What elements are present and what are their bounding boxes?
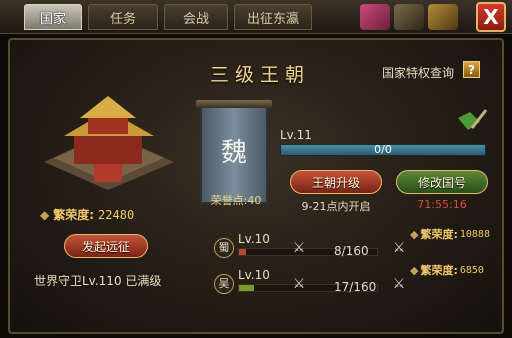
crossed-swords-icon[interactable]: ⚔ <box>290 240 308 258</box>
pen-icon[interactable] <box>458 108 488 134</box>
top-tab-bar: 国家 任务 会战 出征东瀛 X <box>0 0 512 34</box>
crossed-swords-icon[interactable]: ⚔ <box>390 276 408 294</box>
rival-prosperity: ◆ 繁荣度: 10888 <box>410 226 490 242</box>
scroll-icon <box>394 4 424 30</box>
rival-count: 8/160 <box>334 244 369 258</box>
kingdom-name: 魏 <box>220 138 247 168</box>
prosperity-value: 22480 <box>98 207 135 222</box>
prosperity-icon: ◆ <box>410 263 419 277</box>
chest-icon <box>428 4 458 30</box>
kingdom-prosperity: ◆ 繁荣度: 22480 <box>40 206 134 223</box>
rival-level: Lv.10 <box>238 232 270 246</box>
rival-prosperity-value: 10888 <box>459 228 490 240</box>
rename-kingdom-button[interactable]: 修改国号 <box>396 170 488 194</box>
honor-points: 荣誉点:40 <box>210 194 262 207</box>
prosperity-icon: ◆ <box>410 227 419 241</box>
tab-expedition-east[interactable]: 出征东瀛 <box>234 4 312 30</box>
upgrade-open-time: 9-21点内开启 <box>301 200 371 213</box>
rival-seal: 蜀 <box>214 238 234 258</box>
rival-seal: 吴 <box>214 274 234 294</box>
world-guard-status: 世界守卫Lv.110 已满级 <box>34 274 162 288</box>
rival-kingdom-wu: 吴 Lv.10 17/160 ⚔ ⚔ ◆ 繁荣度: 6850 <box>214 264 506 300</box>
rival-prosperity: ◆ 繁荣度: 6850 <box>410 262 484 278</box>
help-icon[interactable]: ? <box>463 61 480 78</box>
rival-prosperity-value: 6850 <box>459 264 484 276</box>
kingdom-level: Lv.11 <box>280 128 312 142</box>
gem-icon <box>360 4 390 30</box>
privilege-query-label[interactable]: 国家特权查询 <box>382 64 454 81</box>
rival-count: 17/160 <box>334 280 377 294</box>
launch-expedition-button[interactable]: 发起远征 <box>64 234 148 258</box>
tab-battle[interactable]: 会战 <box>164 4 228 30</box>
crossed-swords-icon[interactable]: ⚔ <box>390 240 408 258</box>
rival-prosperity-label: 繁荣度: <box>420 264 458 277</box>
crossed-swords-icon[interactable]: ⚔ <box>290 276 308 294</box>
rival-level: Lv.10 <box>238 268 270 282</box>
palace-image <box>44 96 174 190</box>
rival-prosperity-label: 繁荣度: <box>420 228 458 241</box>
dynasty-upgrade-button[interactable]: 王朝升级 <box>290 170 382 194</box>
close-button[interactable]: X <box>476 2 506 32</box>
rival-kingdom-shu: 蜀 Lv.10 8/160 ⚔ ⚔ ◆ 繁荣度: 10888 <box>214 228 506 264</box>
prosperity-label: 繁荣度: <box>53 208 95 222</box>
tab-country[interactable]: 国家 <box>24 4 82 30</box>
rename-countdown: 71:55:16 <box>417 198 467 211</box>
kingdom-progress-text: 0/0 <box>374 143 392 156</box>
prosperity-icon: ◆ <box>40 207 50 222</box>
tab-tasks[interactable]: 任务 <box>88 4 158 30</box>
kingdom-banner: 魏 <box>196 100 272 204</box>
dynasty-title: 三级王朝 <box>209 64 310 86</box>
